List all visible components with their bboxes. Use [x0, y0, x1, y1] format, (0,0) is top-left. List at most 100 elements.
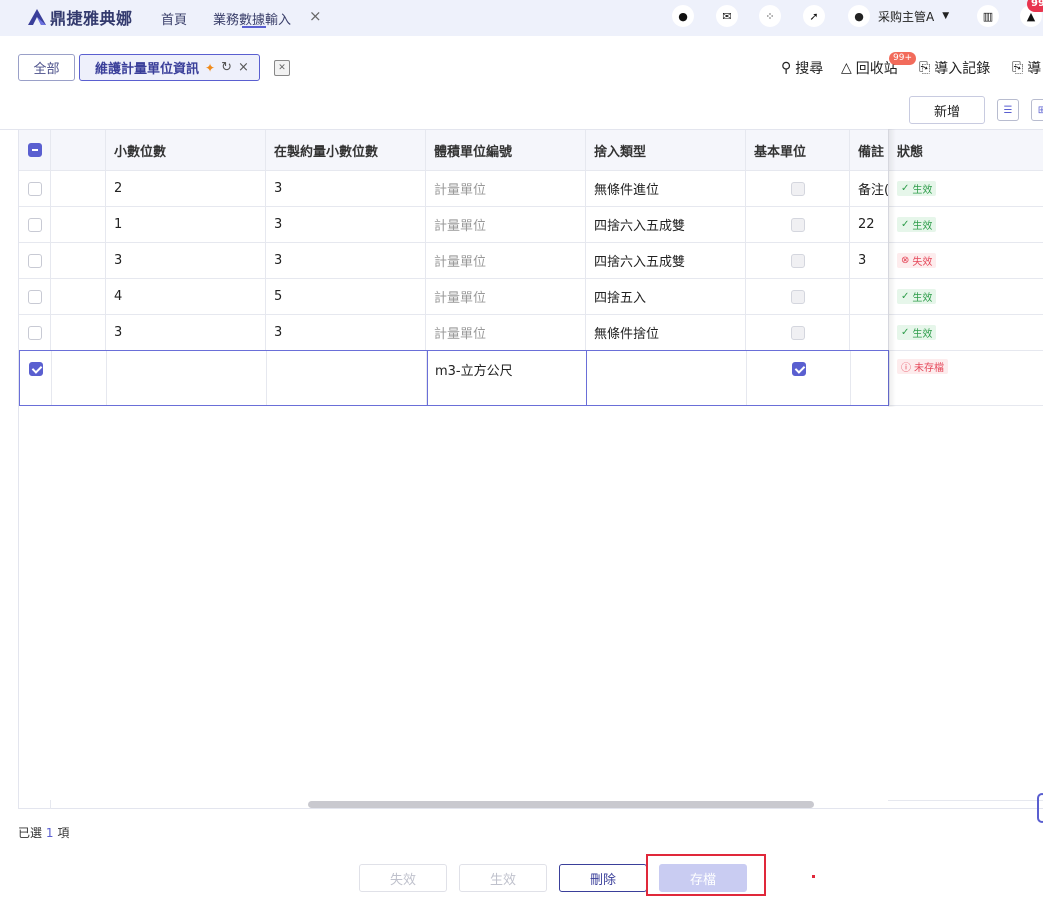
- table-row[interactable]: 4 5 計量單位 四捨五入 ✓ 生效: [19, 279, 1043, 315]
- column-settings-icon[interactable]: ☰: [997, 99, 1019, 121]
- filter-icon[interactable]: ⊞: [1031, 99, 1043, 121]
- cell-rounding-type[interactable]: [587, 351, 747, 405]
- user-menu[interactable]: ● 采购主管A ▼: [848, 5, 949, 27]
- row-checkbox[interactable]: [19, 207, 51, 242]
- cell-decimals[interactable]: [107, 351, 267, 405]
- cell-base-unit[interactable]: [746, 207, 850, 242]
- cell-remark[interactable]: 3: [850, 243, 889, 278]
- cell-rounding-type[interactable]: 無條件進位: [586, 171, 746, 206]
- x-circle-icon: ⊗: [901, 255, 910, 266]
- row-checkbox[interactable]: [19, 171, 51, 206]
- cell-rounding-type[interactable]: 無條件捨位: [586, 315, 746, 350]
- tab-all[interactable]: 全部: [18, 54, 75, 81]
- cell-wip-decimals[interactable]: [267, 351, 427, 405]
- search-icon: ⚲: [781, 60, 792, 76]
- selected-count: 1: [45, 826, 54, 840]
- row-checkbox[interactable]: [19, 315, 51, 350]
- close-all-tabs-icon[interactable]: ✕: [274, 60, 290, 76]
- refresh-icon[interactable]: ↻: [221, 60, 232, 75]
- status-text: 生效: [912, 185, 933, 196]
- cell-remark[interactable]: 22: [850, 207, 889, 242]
- floating-assistant-icon[interactable]: [1037, 793, 1043, 823]
- header-rounding-type[interactable]: 捨入類型: [586, 130, 746, 170]
- cell-wip-decimals[interactable]: 3: [266, 171, 426, 206]
- tab-maintain-unit-info[interactable]: 維護計量單位資訊 ✦ ↻ ×: [79, 54, 260, 81]
- delete-button[interactable]: 刪除: [559, 864, 647, 892]
- recycle-icon: △: [841, 60, 852, 76]
- cell-wip-decimals[interactable]: 3: [266, 207, 426, 242]
- cell-volume-unit[interactable]: 計量單位: [426, 279, 586, 314]
- invalidate-button[interactable]: 失效: [359, 864, 447, 892]
- nav-tab-home[interactable]: 首頁: [161, 9, 187, 28]
- status-badge: ✓ 生效: [897, 181, 937, 196]
- cell-wip-decimals[interactable]: 3: [266, 243, 426, 278]
- cell-status: ✓ 生效: [889, 171, 1043, 206]
- chat-icon[interactable]: ✉: [716, 5, 738, 27]
- cell-status: ⊗ 失效: [889, 243, 1043, 278]
- cell-remark[interactable]: [851, 351, 890, 405]
- apps-grid-icon[interactable]: ⁘: [759, 5, 781, 27]
- cell-volume-unit[interactable]: 計量單位: [426, 207, 586, 242]
- validate-button[interactable]: 生效: [459, 864, 547, 892]
- cell-rounding-type[interactable]: 四捨六入五成雙: [586, 243, 746, 278]
- cell-decimals[interactable]: 1: [106, 207, 266, 242]
- cell-decimals[interactable]: 3: [106, 315, 266, 350]
- cell-rounding-type[interactable]: 四捨五入: [586, 279, 746, 314]
- cell-decimals[interactable]: 3: [106, 243, 266, 278]
- horizontal-scrollbar[interactable]: [308, 801, 814, 808]
- header-remark[interactable]: 備註: [850, 130, 889, 170]
- cell-decimals[interactable]: 4: [106, 279, 266, 314]
- close-tab-icon[interactable]: ×: [309, 7, 322, 25]
- row-checkbox[interactable]: [20, 351, 52, 405]
- app-logo[interactable]: 鼎捷雅典娜: [26, 6, 133, 28]
- status-badge: ✓ 生效: [897, 325, 937, 340]
- cell-status: ✓ 生效: [889, 315, 1043, 350]
- cell-base-unit[interactable]: [746, 171, 850, 206]
- table-row[interactable]: 1 3 計量單位 四捨六入五成雙 22 ✓ 生效: [19, 207, 1043, 243]
- search-button[interactable]: ⚲ 搜尋: [781, 58, 823, 78]
- table-row[interactable]: 3 3 計量單位 四捨六入五成雙 3 ⊗ 失效: [19, 243, 1043, 279]
- chevron-down-icon: ▼: [942, 11, 950, 21]
- table-row[interactable]: 2 3 計量單位 無條件進位 备注( ✓ 生效: [19, 171, 1043, 207]
- cell-base-unit[interactable]: [747, 351, 851, 405]
- import-log-button[interactable]: ⎘ 導入記錄: [919, 58, 990, 78]
- header-decimals[interactable]: 小數位數: [106, 130, 266, 170]
- row-checkbox[interactable]: [19, 243, 51, 278]
- new-button[interactable]: 新增: [909, 96, 985, 124]
- status-text: 生效: [912, 329, 933, 340]
- cell-base-unit[interactable]: [746, 279, 850, 314]
- cell-base-unit[interactable]: [746, 315, 850, 350]
- cell-remark[interactable]: 备注(: [850, 171, 889, 206]
- recycle-badge: 99+: [889, 52, 916, 65]
- header-volume-unit[interactable]: 體積單位編號: [426, 130, 586, 170]
- row-checkbox[interactable]: [19, 279, 51, 314]
- close-icon[interactable]: ×: [238, 60, 249, 75]
- notification-badge: 99: [1027, 0, 1043, 12]
- cell-rounding-type[interactable]: 四捨六入五成雙: [586, 207, 746, 242]
- cell-wip-decimals[interactable]: 5: [266, 279, 426, 314]
- pin-icon[interactable]: ✦: [205, 61, 215, 75]
- cell-decimals[interactable]: 2: [106, 171, 266, 206]
- data-grid: 小數位數 在製約量小數位數 體積單位編號 捨入類型 基本單位 備註 狀態 23計…: [18, 129, 1043, 809]
- header-status[interactable]: 狀態: [889, 130, 1043, 170]
- highlight-annotation: [646, 854, 766, 896]
- table-row[interactable]: 3 3 計量單位 無條件捨位 ✓ 生效: [19, 315, 1043, 351]
- cell-remark[interactable]: [850, 279, 889, 314]
- cell-base-unit[interactable]: [746, 243, 850, 278]
- cell-wip-decimals[interactable]: 3: [266, 315, 426, 350]
- building-icon[interactable]: ▥: [977, 5, 999, 27]
- rocket-icon[interactable]: ➚: [803, 5, 825, 27]
- search-circle-icon[interactable]: ●: [672, 5, 694, 27]
- status-text: 失效: [912, 257, 933, 268]
- cell-volume-unit[interactable]: 計量單位: [426, 243, 586, 278]
- cell-remark[interactable]: [850, 315, 889, 350]
- table-row-editing[interactable]: m3-立方公尺: [19, 350, 890, 406]
- header-wip-decimals[interactable]: 在製約量小數位數: [266, 130, 426, 170]
- cell-index: [51, 207, 106, 242]
- cell-volume-unit[interactable]: 計量單位: [426, 171, 586, 206]
- header-base-unit[interactable]: 基本單位: [746, 130, 850, 170]
- import-button[interactable]: ⎘ 導: [1012, 58, 1041, 78]
- info-icon: ⓘ: [901, 363, 911, 374]
- select-all-checkbox[interactable]: [19, 130, 51, 170]
- cell-volume-unit[interactable]: 計量單位: [426, 315, 586, 350]
